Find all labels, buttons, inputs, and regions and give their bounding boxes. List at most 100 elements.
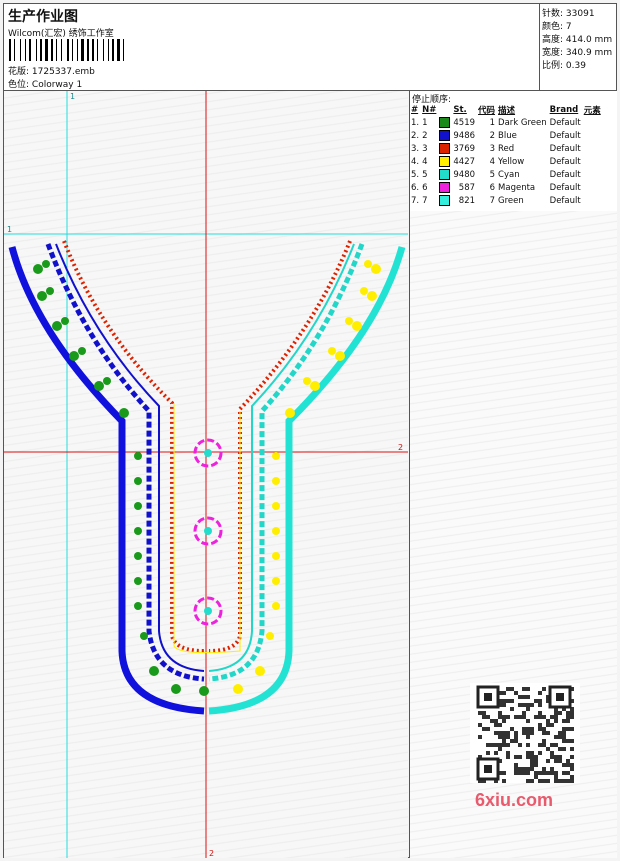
color-swatch bbox=[439, 143, 451, 154]
company-name: Wilcom(汇宏) 绣饰工作室 bbox=[8, 29, 114, 39]
color-brand: Default bbox=[549, 143, 581, 154]
col-needle: N# bbox=[422, 104, 437, 115]
color-row[interactable]: 7. 7 821 7 Green Default bbox=[411, 194, 604, 207]
color-desc: Dark Green bbox=[498, 117, 547, 128]
chain-left-inner bbox=[55, 243, 205, 672]
color-desc: Red bbox=[498, 143, 515, 154]
chain-right-inner bbox=[208, 243, 355, 672]
color-n: 1 bbox=[422, 117, 428, 128]
color-idx: 6. bbox=[411, 182, 420, 193]
embroidery-design: 1 1 2 2 bbox=[4, 91, 408, 858]
color-row[interactable]: 5. 5 9480 5 Cyan Default bbox=[411, 168, 604, 181]
color-element bbox=[584, 168, 604, 181]
qr-code bbox=[470, 683, 580, 783]
color-element bbox=[584, 142, 604, 155]
color-brand: Default bbox=[549, 117, 581, 128]
worksheet-header: 生产作业图 Wilcom(汇宏) 绣饰工作室 花版: 1725337.emb 色… bbox=[4, 4, 616, 91]
color-swatch bbox=[439, 181, 453, 194]
color-st: 3769 bbox=[453, 143, 476, 154]
color-table: # N# St. 代码 描述 Brand 元素 1. 1 4519 1 Dark Gre… bbox=[411, 103, 604, 207]
color-element bbox=[584, 155, 604, 168]
color-idx: 4. bbox=[411, 156, 420, 167]
red-dots-right bbox=[208, 240, 352, 653]
color-brand: Default bbox=[549, 182, 581, 193]
color-code: 1 bbox=[489, 117, 496, 128]
design-file-value: 1725337.emb bbox=[31, 67, 95, 77]
col-desc: 描述 bbox=[498, 105, 516, 116]
color-idx: 5. bbox=[411, 169, 420, 180]
col-stitches: St. bbox=[453, 104, 467, 115]
color-row[interactable]: 4. 4 4427 4 Yellow Default bbox=[411, 155, 604, 168]
color-st: 4519 bbox=[453, 117, 476, 128]
color-st: 4427 bbox=[453, 156, 476, 167]
color-desc: Cyan bbox=[498, 169, 520, 180]
red-dots-left bbox=[62, 240, 205, 653]
color-n: 7 bbox=[422, 195, 428, 206]
stat-stitches-label: 针数: bbox=[542, 9, 564, 19]
leaf-clusters-right bbox=[233, 260, 381, 694]
color-n: 3 bbox=[422, 143, 428, 154]
flower-motifs bbox=[193, 438, 223, 626]
color-row[interactable]: 2. 2 9486 2 Blue Default bbox=[411, 129, 604, 142]
guide-label-v2: 2 bbox=[209, 849, 214, 858]
color-idx: 3. bbox=[411, 143, 420, 154]
color-swatch bbox=[439, 117, 451, 128]
guide-label-v1: 1 bbox=[70, 92, 75, 101]
color-n: 6 bbox=[422, 182, 428, 193]
color-swatch bbox=[439, 116, 453, 129]
stats-panel: 针数: 33091 颜色: 7 高度: 414.0 mm 宽度: 340.9 m… bbox=[539, 4, 617, 90]
color-idx: 7. bbox=[411, 195, 420, 206]
chain-left bbox=[45, 243, 205, 682]
col-code: 代码 bbox=[478, 105, 496, 116]
color-element bbox=[584, 194, 604, 207]
stat-width: 宽度: 340.9 mm bbox=[542, 45, 612, 58]
color-row[interactable]: 3. 3 3769 3 Red Default bbox=[411, 142, 604, 155]
color-swatch bbox=[439, 156, 451, 167]
col-swatch bbox=[439, 103, 453, 116]
color-brand: Default bbox=[549, 195, 581, 206]
stat-colors-value: 7 bbox=[565, 22, 572, 32]
colorway-label: 色位: bbox=[8, 80, 30, 90]
color-swatch bbox=[439, 130, 451, 141]
barcode bbox=[9, 39, 143, 61]
color-swatch bbox=[439, 168, 453, 181]
color-swatch bbox=[439, 169, 451, 180]
color-brand: Default bbox=[549, 130, 581, 141]
stat-stitches: 针数: 33091 bbox=[542, 6, 595, 19]
color-row[interactable]: 1. 1 4519 1 Dark Green Default bbox=[411, 116, 604, 129]
color-desc: Yellow bbox=[498, 156, 525, 167]
color-n: 2 bbox=[422, 130, 428, 141]
stat-width-value: 340.9 mm bbox=[565, 48, 613, 58]
color-swatch bbox=[439, 182, 451, 193]
stat-scale-value: 0.39 bbox=[565, 61, 586, 71]
color-brand: Default bbox=[549, 169, 581, 180]
color-row[interactable]: 6. 6 587 6 Magenta Default bbox=[411, 181, 604, 194]
design-file-label: 花版: bbox=[8, 67, 30, 77]
color-desc: Magenta bbox=[498, 182, 536, 193]
guide-label-h2: 2 bbox=[398, 443, 403, 452]
stat-width-label: 宽度: bbox=[542, 48, 564, 58]
color-brand: Default bbox=[549, 156, 581, 167]
color-swatch bbox=[439, 129, 453, 142]
color-code: 7 bbox=[489, 195, 496, 206]
color-idx: 2. bbox=[411, 130, 420, 141]
color-code: 6 bbox=[489, 182, 496, 193]
color-swatch bbox=[439, 142, 453, 155]
colorway-line: 色位: Colorway 1 bbox=[8, 77, 82, 90]
color-st: 587 bbox=[458, 182, 476, 193]
color-table-header: # N# St. 代码 描述 Brand 元素 bbox=[411, 103, 604, 116]
stat-scale: 比例: 0.39 bbox=[542, 58, 586, 71]
color-swatch bbox=[439, 155, 453, 168]
color-desc: Green bbox=[498, 195, 524, 206]
stat-colors-label: 颜色: bbox=[542, 22, 564, 32]
color-idx: 1. bbox=[411, 117, 420, 128]
stat-stitches-value: 33091 bbox=[565, 9, 595, 19]
color-code: 4 bbox=[489, 156, 496, 167]
color-element bbox=[584, 181, 604, 194]
color-swatch bbox=[439, 195, 451, 206]
color-element bbox=[584, 129, 604, 142]
color-code: 5 bbox=[489, 169, 496, 180]
worksheet-title: 生产作业图 bbox=[8, 9, 78, 25]
design-canvas[interactable]: 1 1 2 2 bbox=[4, 91, 408, 858]
color-st: 9480 bbox=[453, 169, 476, 180]
